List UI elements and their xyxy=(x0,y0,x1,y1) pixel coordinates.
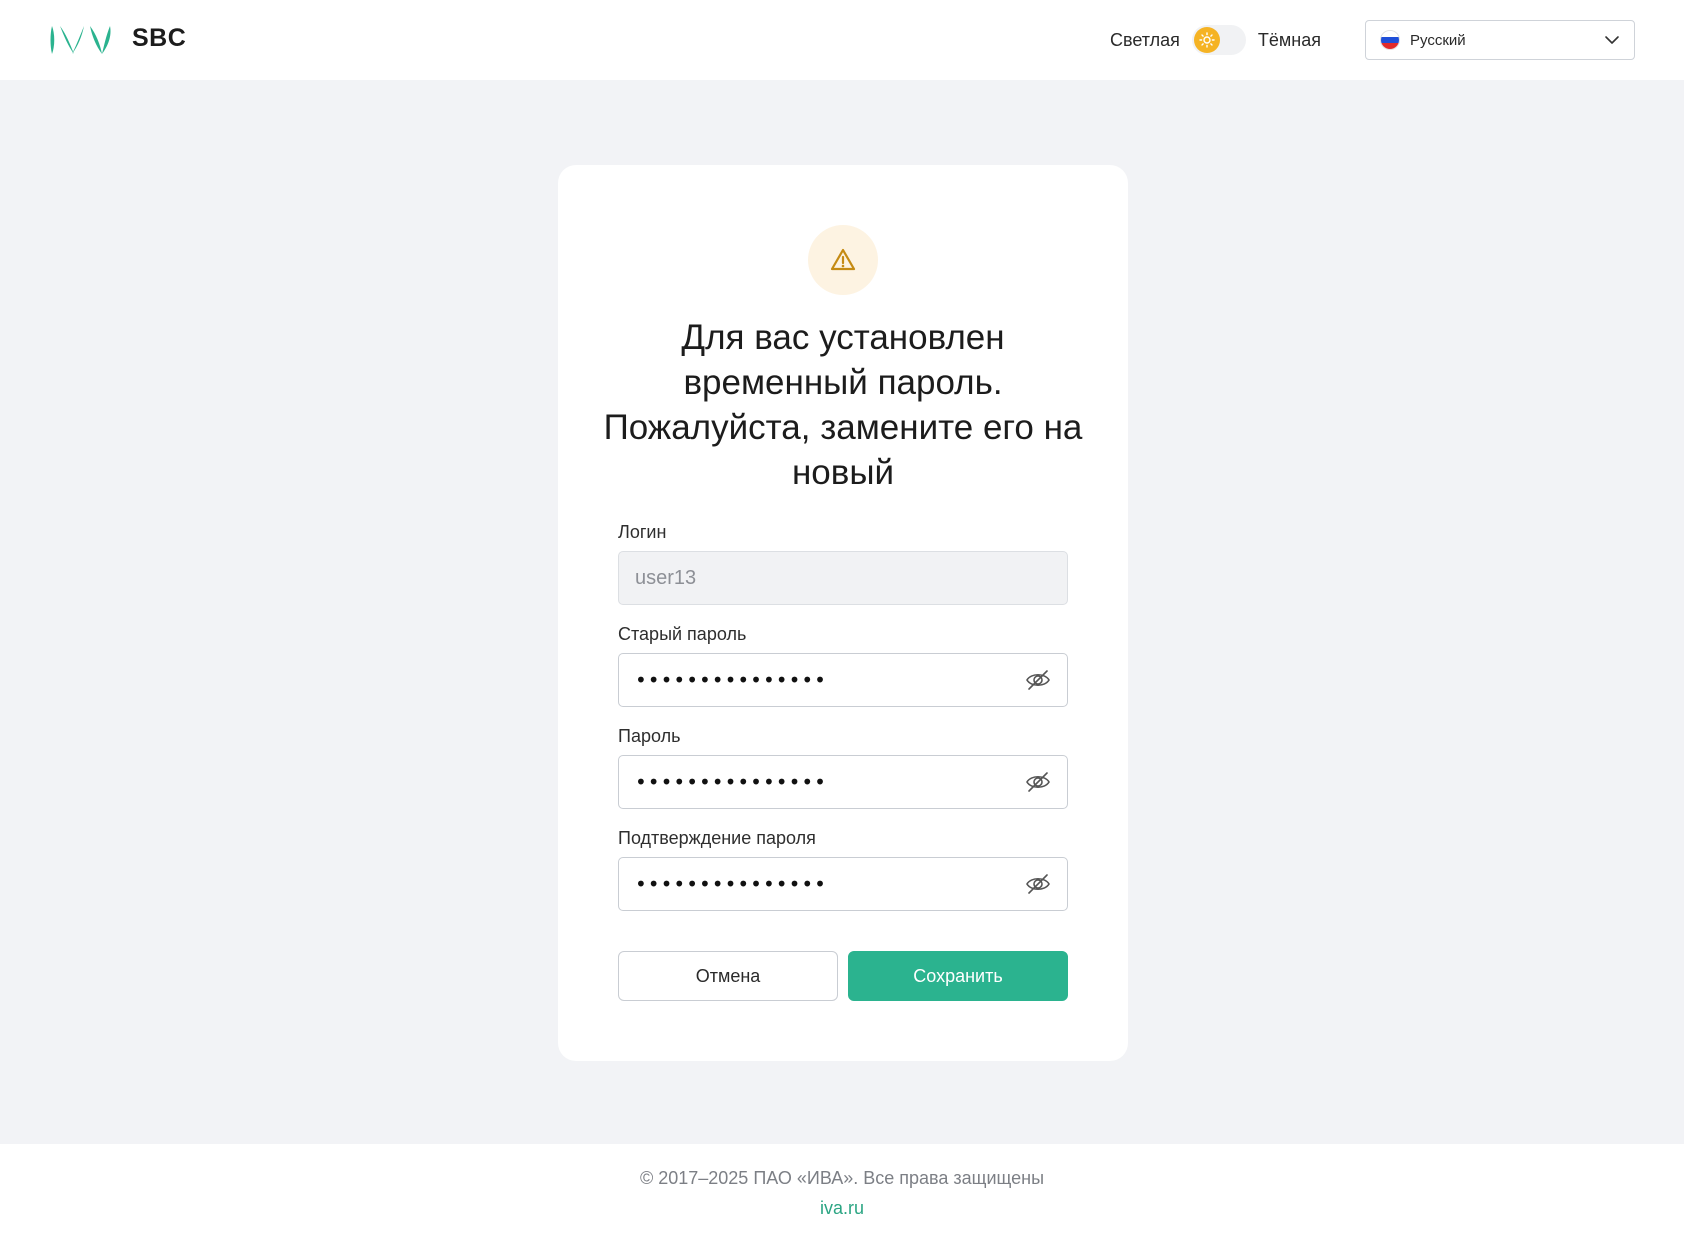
theme-light-label[interactable]: Светлая xyxy=(1110,30,1180,51)
copyright-text: © 2017–2025 ПАО «ИВА». Все права защищен… xyxy=(639,1168,1045,1188)
ru-flag-icon xyxy=(1380,30,1400,50)
password-change-card: Для вас установлен временный пароль. Пож… xyxy=(558,165,1128,1061)
site-link[interactable]: iva.ru xyxy=(0,1198,1684,1219)
confirm-password-label: Подтверждение пароля xyxy=(618,828,816,848)
language-select[interactable]: Русский xyxy=(1365,20,1635,60)
top-header: SBC Светлая Тёмная Русский xyxy=(0,0,1684,80)
eye-off-icon[interactable] xyxy=(1025,871,1051,897)
page-title: Для вас установлен временный пароль. Пож… xyxy=(603,318,1083,492)
login-label: Логин xyxy=(618,522,667,542)
login-field: user13 xyxy=(618,551,1068,605)
toggle-knob xyxy=(1193,27,1220,53)
eye-off-icon[interactable] xyxy=(1025,769,1051,795)
sun-icon xyxy=(1199,32,1215,48)
theme-switch: Светлая Тёмная xyxy=(1110,22,1321,58)
iva-logo[interactable] xyxy=(50,22,114,58)
old-password-label: Старый пароль xyxy=(618,624,747,644)
confirm-password-value[interactable]: ••••••••••••••• xyxy=(635,872,1025,896)
warning-badge xyxy=(808,225,878,295)
password-field[interactable]: ••••••••••••••• xyxy=(618,755,1068,809)
warning-icon xyxy=(830,248,856,271)
old-password-value[interactable]: ••••••••••••••• xyxy=(635,668,1025,692)
old-password-field[interactable]: ••••••••••••••• xyxy=(618,653,1068,707)
cancel-button[interactable]: Отмена xyxy=(618,951,838,1001)
theme-dark-label[interactable]: Тёмная xyxy=(1258,30,1321,51)
password-value[interactable]: ••••••••••••••• xyxy=(635,770,1025,794)
password-label: Пароль xyxy=(618,726,681,746)
app-name: SBC xyxy=(132,24,187,52)
confirm-password-field[interactable]: ••••••••••••••• xyxy=(618,857,1068,911)
iva-logo-icon xyxy=(50,26,111,54)
page-footer: © 2017–2025 ПАО «ИВА». Все права защищен… xyxy=(0,1144,1684,1239)
save-button[interactable]: Сохранить xyxy=(848,951,1068,1001)
eye-off-icon[interactable] xyxy=(1025,667,1051,693)
login-value: user13 xyxy=(635,566,697,589)
chevron-down-icon xyxy=(1605,36,1619,44)
theme-toggle[interactable] xyxy=(1191,25,1246,55)
language-selected: Русский xyxy=(1410,31,1466,49)
